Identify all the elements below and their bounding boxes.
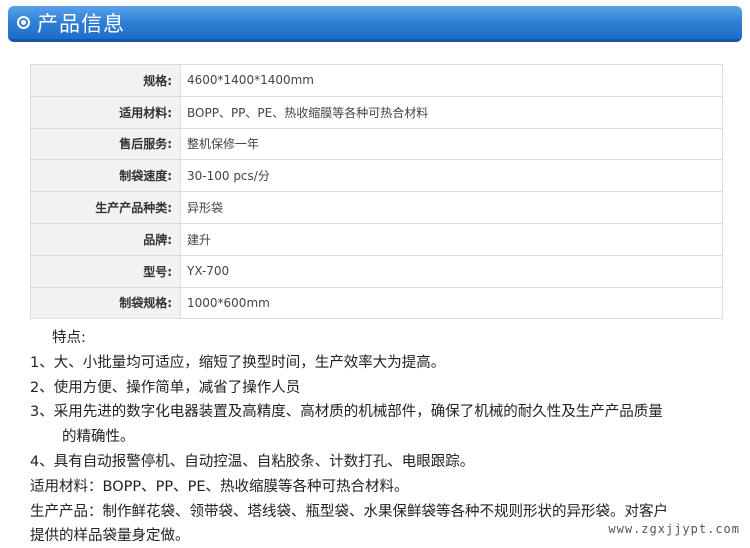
materials-line: 适用材料：BOPP、PP、PE、热收缩膜等各种可热合材料。 <box>30 478 409 495</box>
spec-key: 品牌: <box>30 222 181 256</box>
spec-value: BOPP、PP、PE、热收缩膜等各种可热合材料 <box>180 95 723 129</box>
spec-value: 4600*1400*1400mm <box>180 64 723 97</box>
spec-value: YX-700 <box>180 254 723 288</box>
section-header: 产品信息 <box>8 6 742 42</box>
feature-item-continued: 的精确性。 <box>62 429 135 446</box>
table-row: 规格: 4600*1400*1400mm <box>30 64 723 97</box>
features-text: 特点: 1、大、小批量均可适应，缩短了换型时间，生产效率大为提高。 2、使用方便… <box>30 326 740 548</box>
spec-value: 整机保修一年 <box>180 127 723 161</box>
spec-table: 规格: 4600*1400*1400mm 适用材料: BOPP、PP、PE、热收… <box>30 64 723 320</box>
table-row: 制袋速度: 30-100 pcs/分 <box>30 159 723 193</box>
spec-value: 异形袋 <box>180 191 723 224</box>
spec-value: 30-100 pcs/分 <box>180 159 723 193</box>
spec-value: 1000*600mm <box>180 286 723 320</box>
table-row: 适用材料: BOPP、PP、PE、热收缩膜等各种可热合材料 <box>30 95 723 129</box>
spec-key: 规格: <box>30 64 181 97</box>
table-row: 制袋规格: 1000*600mm <box>30 286 723 320</box>
spec-key: 制袋规格: <box>30 286 181 320</box>
features-heading: 特点: <box>52 330 86 346</box>
spec-value: 建升 <box>180 222 723 256</box>
feature-item: 1、大、小批量均可适应，缩短了换型时间，生产效率大为提高。 <box>30 354 446 371</box>
table-row: 生产产品种类: 异形袋 <box>30 191 723 224</box>
spec-key: 适用材料: <box>30 95 181 129</box>
spec-key: 型号: <box>30 254 181 288</box>
spec-key: 生产产品种类: <box>30 191 181 224</box>
spec-key: 制袋速度: <box>30 159 181 193</box>
feature-item: 3、采用先进的数字化电器装置及高精度、高材质的机械部件，确保了机械的耐久性及生产… <box>30 404 663 421</box>
spec-key: 售后服务: <box>30 127 181 161</box>
feature-item: 2、使用方便、操作简单，减省了操作人员 <box>30 379 301 396</box>
products-line: 生产产品：制作鲜花袋、领带袋、塔线袋、瓶型袋、水果保鲜袋等各种不规则形状的异形袋… <box>30 503 668 520</box>
table-row: 售后服务: 整机保修一年 <box>30 127 723 161</box>
section-title: 产品信息 <box>37 11 125 36</box>
watermark: www.zgxjjypt.com <box>608 522 740 536</box>
feature-item: 4、具有自动报警停机、自动控温、自粘胶条、计数打孔、电眼跟踪。 <box>30 453 475 470</box>
bullet-ring-icon <box>17 16 30 29</box>
table-row: 品牌: 建升 <box>30 222 723 256</box>
table-row: 型号: YX-700 <box>30 254 723 288</box>
